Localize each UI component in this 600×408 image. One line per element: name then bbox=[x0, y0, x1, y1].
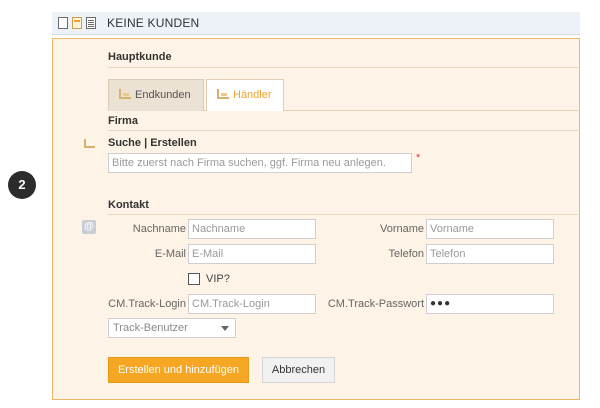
step-badge: 2 bbox=[8, 171, 36, 199]
document-orange-icon[interactable] bbox=[72, 17, 82, 29]
track-login-label: CM.Track-Login bbox=[108, 298, 186, 310]
section-title-firma: Firma bbox=[108, 115, 138, 127]
customer-icon bbox=[119, 89, 131, 99]
track-role-selected: Track-Benutzer bbox=[113, 322, 188, 334]
tab-endkunden[interactable]: Endkunden bbox=[108, 79, 204, 111]
contact-at-icon: @ bbox=[82, 220, 96, 234]
vorname-field[interactable] bbox=[426, 219, 554, 239]
telefon-label: Telefon bbox=[388, 248, 424, 260]
section-divider bbox=[108, 214, 578, 215]
vorname-label: Vorname bbox=[379, 223, 424, 235]
tab-label: Endkunden bbox=[135, 89, 191, 101]
header-title: KEINE KUNDEN bbox=[107, 16, 200, 30]
section-title-kontakt: Kontakt bbox=[108, 199, 149, 211]
section-divider bbox=[108, 130, 578, 131]
tab-haendler[interactable]: Händler bbox=[206, 79, 284, 111]
company-icon bbox=[84, 139, 95, 148]
vip-checkbox[interactable] bbox=[188, 273, 200, 285]
cancel-button[interactable]: Abbrechen bbox=[262, 357, 335, 383]
document-icon[interactable] bbox=[58, 17, 68, 29]
vip-label: VIP? bbox=[206, 273, 230, 285]
track-login-field[interactable] bbox=[188, 294, 316, 314]
section-divider bbox=[108, 67, 578, 68]
chevron-down-icon bbox=[221, 326, 229, 331]
create-and-add-button[interactable]: Erstellen und hinzufügen bbox=[108, 357, 249, 383]
tab-label: Händler bbox=[233, 89, 272, 101]
section-title-hauptkunde: Hauptkunde bbox=[108, 51, 172, 63]
track-password-field[interactable]: ●●● bbox=[426, 294, 554, 314]
list-document-icon[interactable] bbox=[86, 17, 96, 29]
email-label: E-Mail bbox=[154, 248, 186, 260]
nachname-field[interactable] bbox=[188, 219, 316, 239]
required-marker: * bbox=[416, 152, 421, 164]
header-bar: KEINE KUNDEN bbox=[52, 12, 580, 35]
company-search-input[interactable] bbox=[108, 153, 412, 173]
track-role-select[interactable]: Track-Benutzer bbox=[108, 318, 236, 338]
nachname-label: Nachname bbox=[132, 223, 186, 235]
track-password-label: CM.Track-Passwort bbox=[327, 298, 424, 310]
firma-search-title: Suche | Erstellen bbox=[108, 137, 197, 149]
email-field[interactable] bbox=[188, 244, 316, 264]
dealer-icon bbox=[217, 89, 229, 99]
telefon-field[interactable] bbox=[426, 244, 554, 264]
